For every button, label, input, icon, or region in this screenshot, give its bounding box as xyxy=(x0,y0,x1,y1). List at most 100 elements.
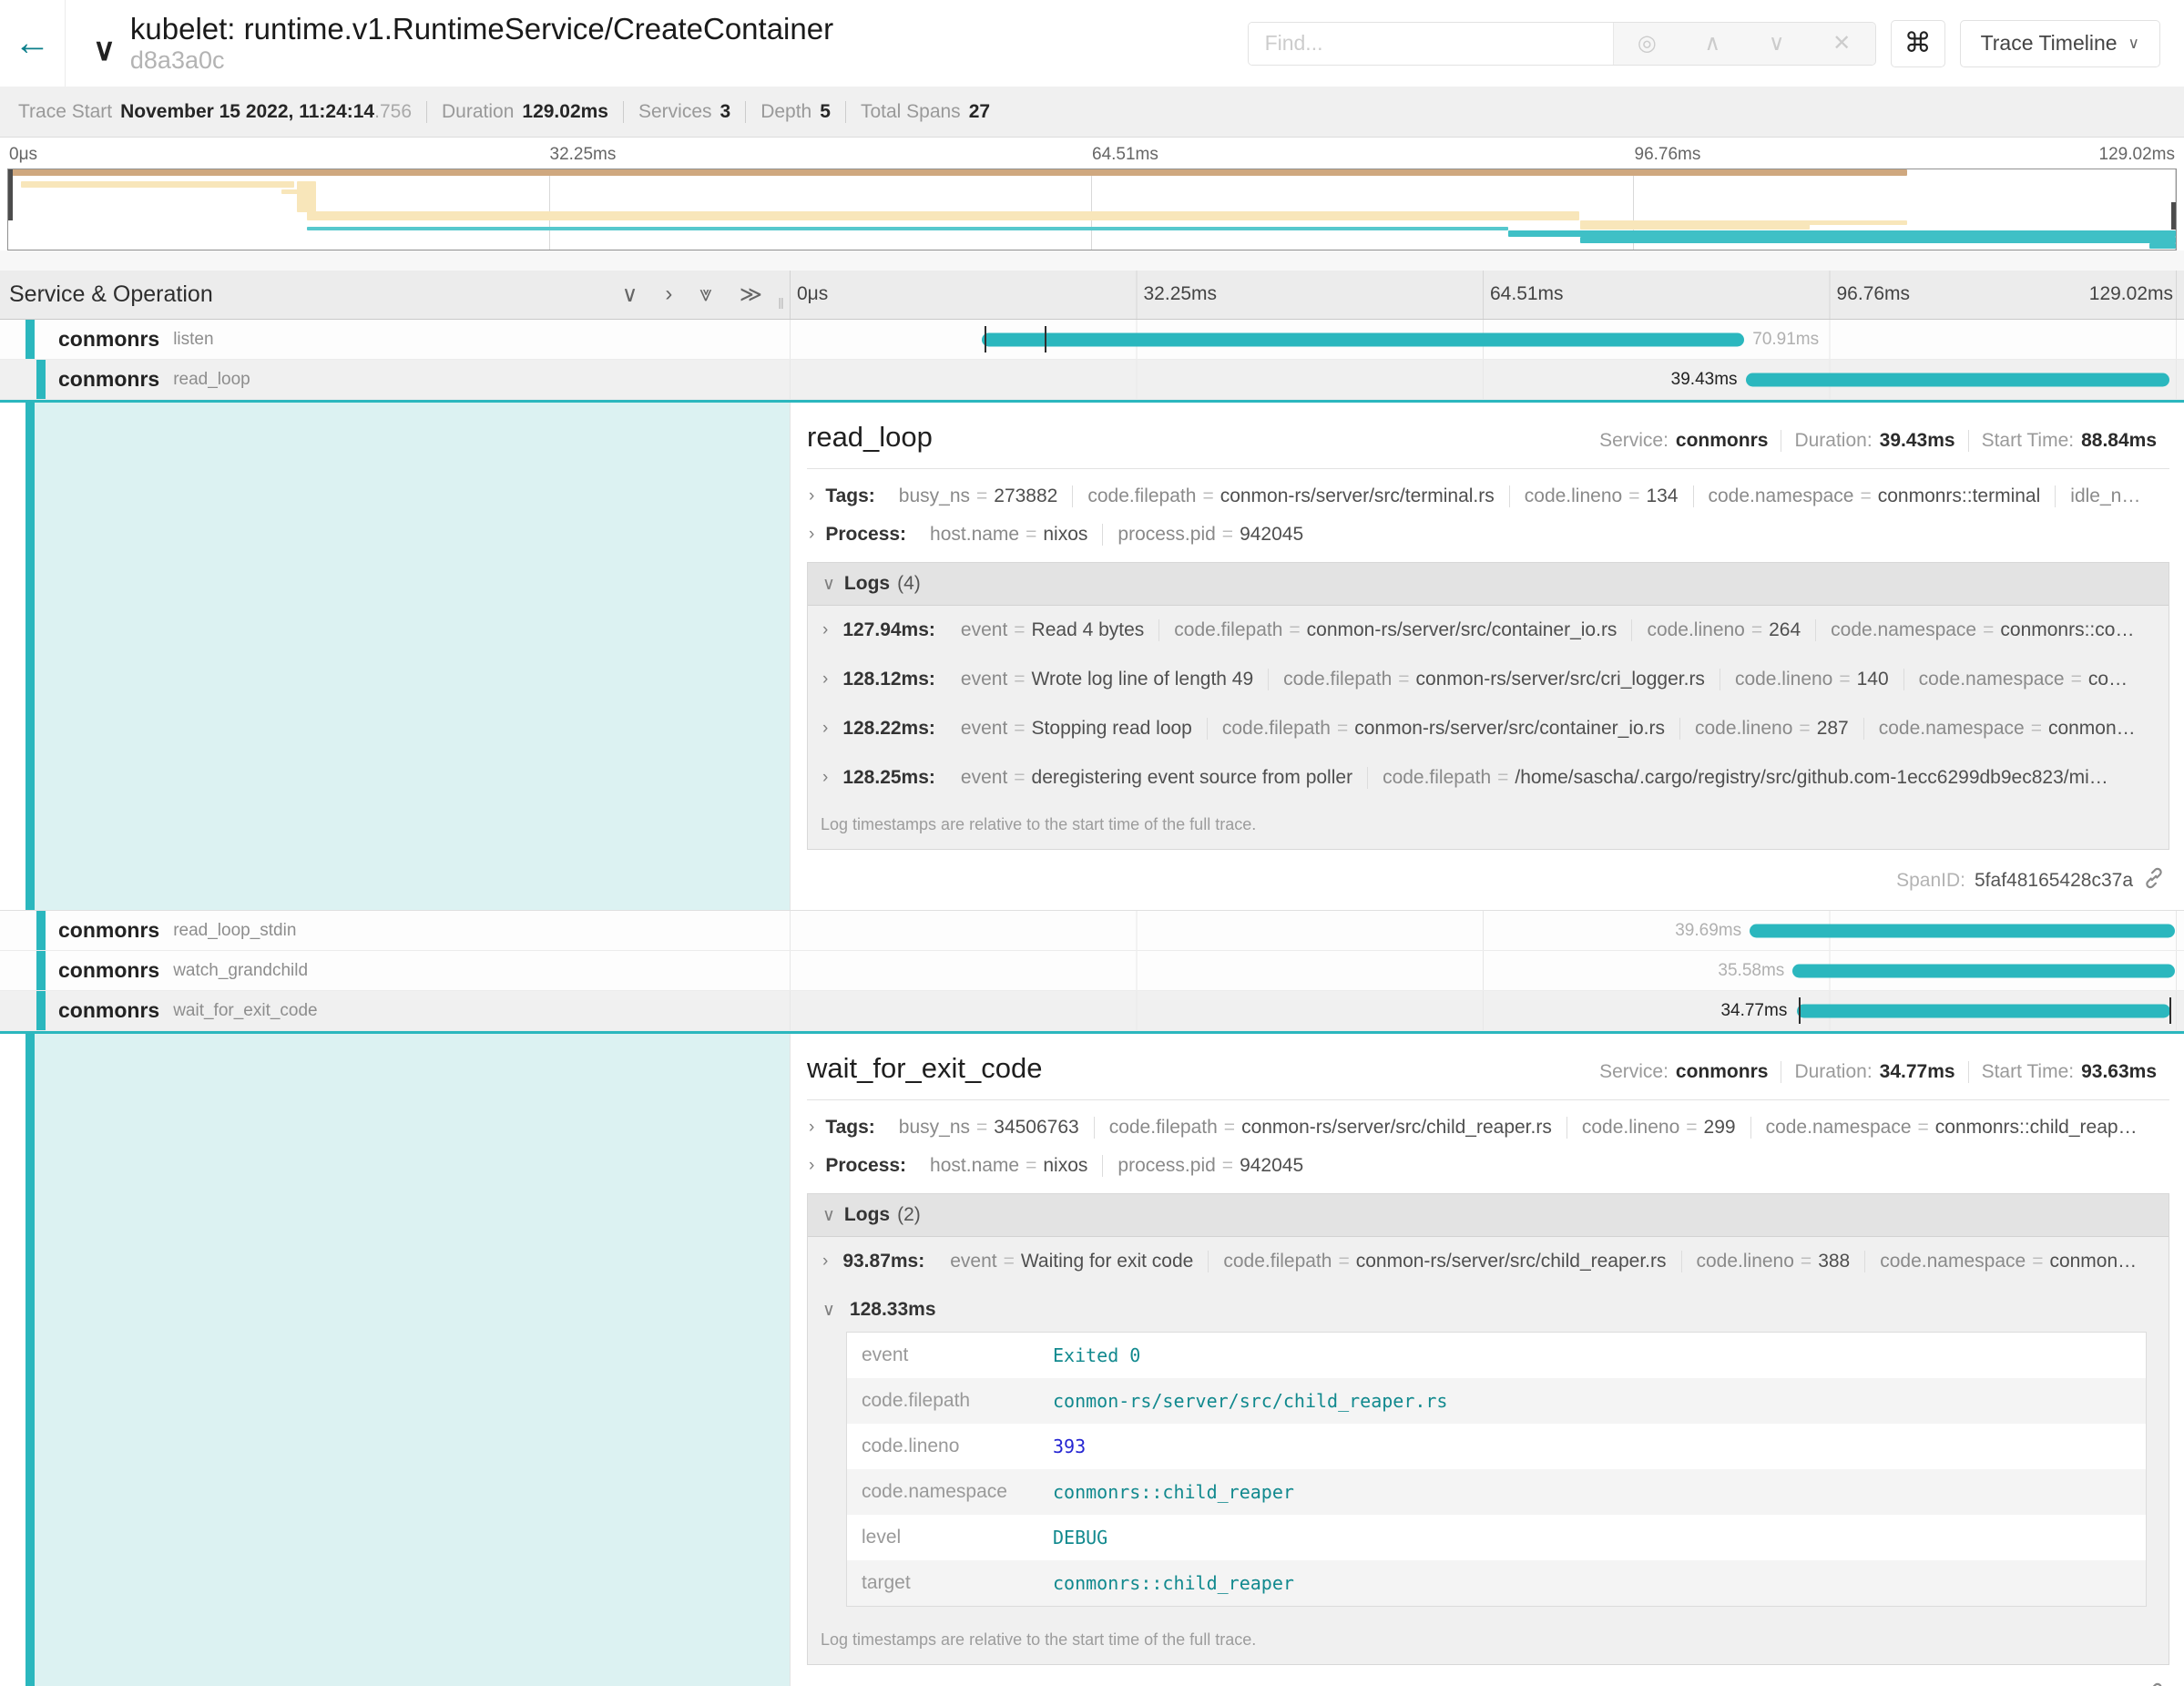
trace-collapse-toggle[interactable]: ∨ xyxy=(93,32,116,68)
process-pair: process.pid=942045 xyxy=(1102,524,1318,546)
minimap-span-bar xyxy=(297,181,316,212)
tag-pair: code.namespace=conmonrs::child_reap… xyxy=(1750,1117,2152,1139)
detail-meta-item: Service: conmonrs xyxy=(1587,430,1781,452)
minimap-left-handle[interactable] xyxy=(8,169,13,220)
axis-tick: 0μs xyxy=(791,283,828,305)
span-row-read-loop[interactable]: conmonrs read_loop 39.43ms xyxy=(0,360,2184,400)
detail-title: read_loop xyxy=(807,421,933,454)
service-operation-header: Service & Operation ∨›⩔≫ ‖ xyxy=(0,271,791,319)
minimap-right-handle[interactable] xyxy=(2171,202,2176,230)
span-color-accent xyxy=(26,403,35,910)
summary-item: Duration 129.02ms xyxy=(426,101,623,123)
copy-link-icon[interactable] xyxy=(2142,866,2166,895)
log-row[interactable]: › 127.94ms: event=Read 4 bytes code.file… xyxy=(817,606,2159,655)
column-resizer-grip[interactable]: ‖ xyxy=(778,295,786,313)
log-row[interactable]: › 128.12ms: event=Wrote log line of leng… xyxy=(817,655,2159,704)
chevron-right-icon: › xyxy=(809,525,814,545)
tag-pair: busy_ns=273882 xyxy=(884,485,1073,507)
minimap-canvas[interactable] xyxy=(7,169,2177,250)
field-key: code.filepath xyxy=(862,1390,1053,1412)
log-row[interactable]: › 128.25ms: event=deregistering event so… xyxy=(817,753,2159,802)
grid.collapse_icons.3.name[interactable]: ≫ xyxy=(740,281,762,308)
summary-label: Services xyxy=(638,101,712,123)
field-value: conmonrs::child_reaper xyxy=(1053,1481,1294,1503)
summary-label: Trace Start xyxy=(18,101,112,123)
log-field-pair: event=Wrote log line of length 49 xyxy=(946,669,1268,690)
span-duration-label: 39.43ms xyxy=(1671,370,1738,390)
meta-label: Duration: xyxy=(1794,430,1872,452)
log-field-pair: code.lineno=140 xyxy=(1720,669,1903,690)
minimap-ticks: 0μs 32.25ms 64.51ms 96.76ms 129.02ms xyxy=(7,145,2177,169)
span-row-wait-for-exit-code[interactable]: conmonrs wait_for_exit_code 34.77ms xyxy=(0,991,2184,1031)
minimap-span-bar xyxy=(307,227,1508,230)
process-row[interactable]: › Process: host.name=nixos process.pid=9… xyxy=(807,1155,2169,1177)
tags-row[interactable]: › Tags: busy_ns=273882 code.filepath=con… xyxy=(807,485,2169,507)
span-bar[interactable] xyxy=(1750,924,2175,937)
span-duration-label: 39.69ms xyxy=(1675,921,1741,941)
span-duration-label: 70.91ms xyxy=(1752,330,1819,350)
grid.collapse_icons.2.name[interactable]: ⩔ xyxy=(699,281,712,308)
back-button[interactable]: ← xyxy=(0,0,66,87)
chevron-right-icon: › xyxy=(822,669,828,690)
span-operation: listen xyxy=(173,330,213,350)
copy-link-icon[interactable] xyxy=(2142,1681,2166,1686)
span-grid-header: Service & Operation ∨›⩔≫ ‖ 0μs 32.25ms 6… xyxy=(0,271,2184,320)
tag-pair: code.lineno=299 xyxy=(1567,1117,1750,1139)
chevron-right-icon: › xyxy=(822,1252,828,1272)
find-input[interactable] xyxy=(1249,23,1613,65)
summary-label: Total Spans xyxy=(861,101,961,123)
log-field-row: code.lineno 393 xyxy=(847,1424,2146,1469)
tag-pair: code.filepath=conmon-rs/server/src/termi… xyxy=(1072,485,1508,507)
log-field-row: event Exited 0 xyxy=(847,1333,2146,1378)
keyboard-shortcuts-button[interactable]: ⌘ xyxy=(1891,20,1945,67)
axis-tick: 64.51ms xyxy=(1484,283,1564,305)
field-key: level xyxy=(862,1527,1053,1548)
log-field-pair: event=Read 4 bytes xyxy=(946,619,1158,641)
grid.collapse_icons.1.name[interactable]: › xyxy=(665,281,672,308)
chevron-down-icon: ∨ xyxy=(2128,35,2139,53)
summary-label: Duration xyxy=(442,101,514,123)
span-row-watch-grandchild[interactable]: conmonrs watch_grandchild 35.58ms xyxy=(0,951,2184,991)
meta-value: 93.63ms xyxy=(2081,1061,2157,1083)
span-row-listen[interactable]: conmonrs listen 70.91ms xyxy=(0,320,2184,360)
header.find_icons.3.name[interactable]: ✕ xyxy=(1832,30,1851,56)
log-row[interactable]: › 128.22ms: event=Stopping read loop cod… xyxy=(817,704,2159,753)
log-field-pair: code.filepath=conmon-rs/server/src/conta… xyxy=(1207,718,1679,740)
find-box: ◎ ∧ ∨ ✕ xyxy=(1248,22,1876,66)
span-row-read-loop-stdin[interactable]: conmonrs read_loop_stdin 39.69ms xyxy=(0,911,2184,951)
log-row[interactable]: › 93.87ms: event=Waiting for exit code c… xyxy=(817,1237,2159,1286)
logs-header[interactable]: ∨ Logs (4) xyxy=(808,563,2169,606)
span-bar[interactable] xyxy=(1792,964,2175,977)
field-key: event xyxy=(862,1344,1053,1366)
timeline-axis: 0μs 32.25ms 64.51ms 96.76ms 129.02ms xyxy=(791,271,2177,319)
page-title: kubelet: runtime.v1.RuntimeService/Creat… xyxy=(130,13,833,46)
grid.collapse_icons.0.name[interactable]: ∨ xyxy=(622,281,638,308)
span-operation: read_loop_stdin xyxy=(173,921,296,941)
field-value: Exited 0 xyxy=(1053,1344,1140,1366)
field-value: 393 xyxy=(1053,1436,1086,1457)
field-key: code.namespace xyxy=(862,1481,1053,1503)
meta-value: 39.43ms xyxy=(1880,430,1955,452)
process-row[interactable]: › Process: host.name=nixos process.pid=9… xyxy=(807,524,2169,546)
process-pair: process.pid=942045 xyxy=(1102,1155,1318,1177)
detail-meta-item: Start Time: 93.63ms xyxy=(1968,1061,2169,1083)
tags-row[interactable]: › Tags: busy_ns=34506763 code.filepath=c… xyxy=(807,1117,2169,1139)
detail-meta-item: Duration: 34.77ms xyxy=(1781,1061,1967,1083)
log-field-row: level DEBUG xyxy=(847,1515,2146,1560)
meta-value: 88.84ms xyxy=(2081,430,2157,452)
header.find_icons.0.name[interactable]: ◎ xyxy=(1638,30,1657,56)
log-field-row: code.namespace conmonrs::child_reaper xyxy=(847,1469,2146,1515)
span-bar[interactable] xyxy=(1797,1004,2170,1017)
expanded-log-header[interactable]: ∨ 128.33ms xyxy=(817,1286,2159,1330)
span-bar[interactable] xyxy=(982,332,1744,346)
span-service: conmonrs xyxy=(58,958,159,983)
log-timestamp: 127.94ms: xyxy=(842,619,935,641)
header.find_icons.1.name[interactable]: ∧ xyxy=(1705,30,1721,56)
tag-pair: code.lineno=134 xyxy=(1509,485,1693,507)
logs-header[interactable]: ∨ Logs (2) xyxy=(808,1194,2169,1237)
span-bar[interactable] xyxy=(1746,373,2170,386)
trace-view-selector[interactable]: Trace Timeline ∨ xyxy=(1960,20,2160,67)
log-timestamp: 128.33ms xyxy=(850,1299,936,1321)
header.find_icons.2.name[interactable]: ∨ xyxy=(1769,30,1785,56)
span-operation: wait_for_exit_code xyxy=(173,1001,317,1021)
